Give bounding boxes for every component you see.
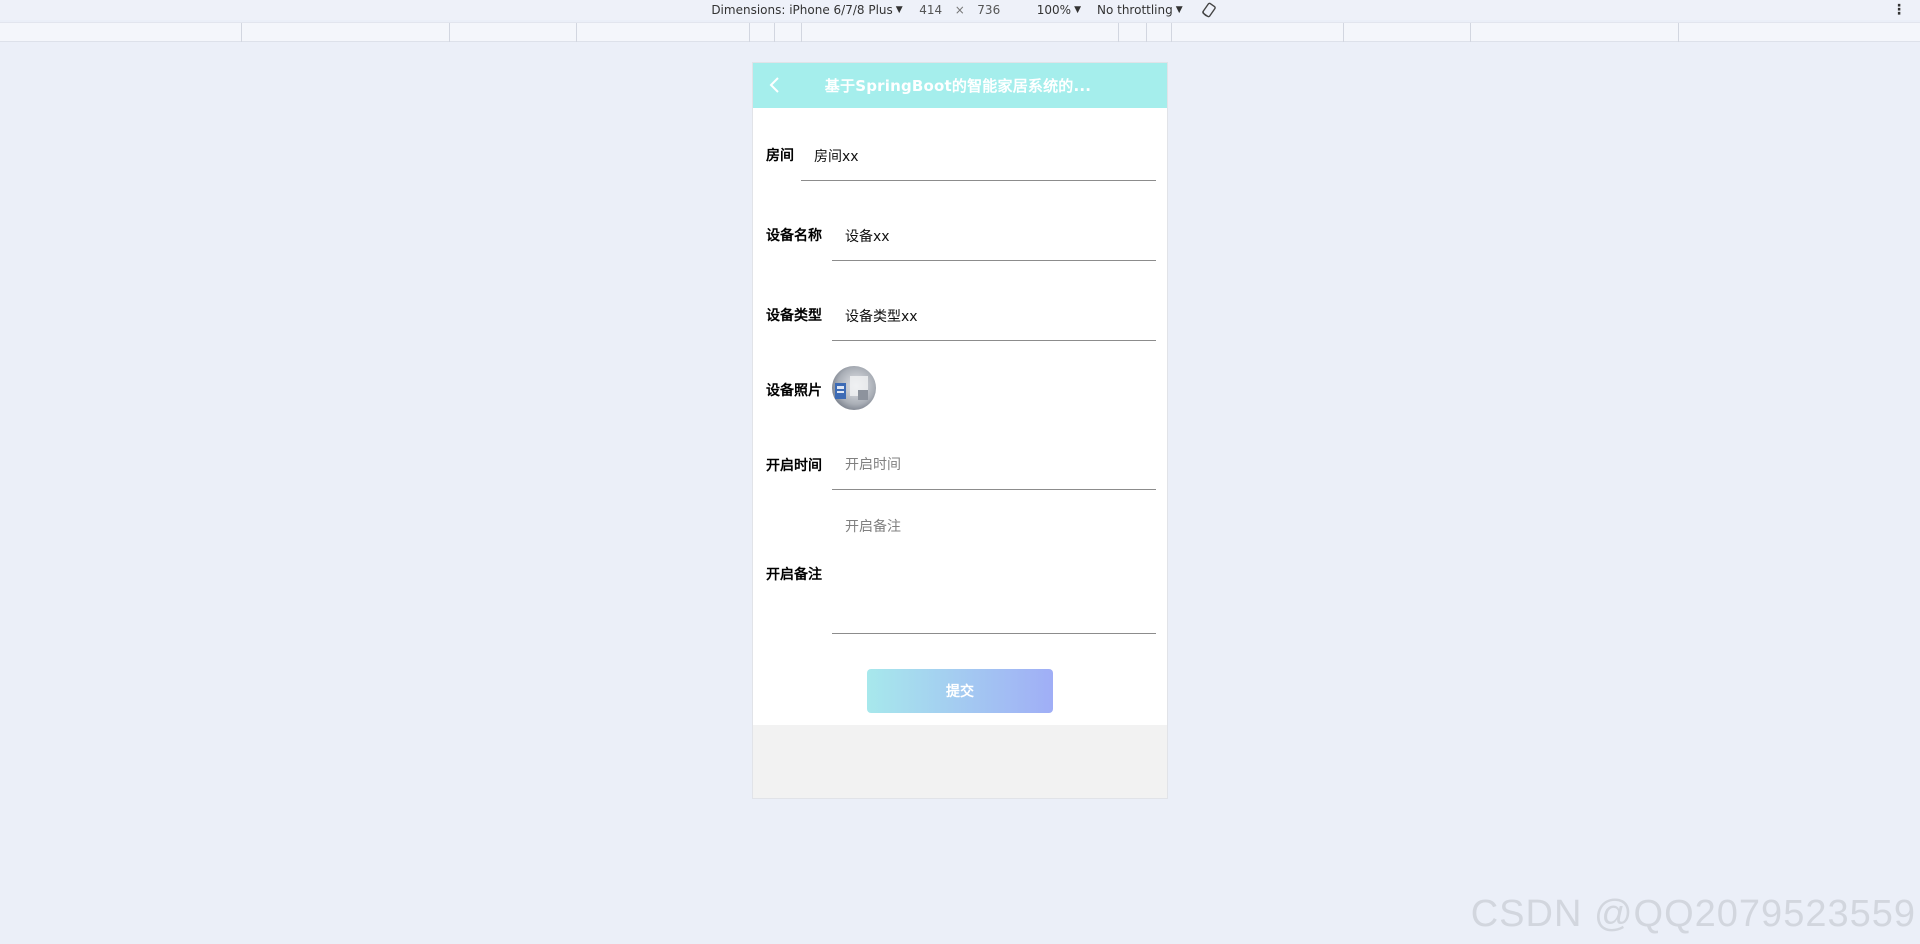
- device-form: 房间 房间xx 设备名称 设备xx 设备类型 设备类型xx 设备照片 开启时间 …: [753, 108, 1167, 725]
- device-select[interactable]: Dimensions: iPhone 6/7/8 Plus ▼: [711, 3, 902, 17]
- submit-button[interactable]: 提交: [867, 669, 1053, 713]
- chevron-down-icon: ▼: [1074, 5, 1081, 15]
- dimensions-label: Dimensions: iPhone 6/7/8 Plus: [711, 3, 893, 17]
- device-name-input[interactable]: 设备xx: [832, 215, 1156, 261]
- zoom-select[interactable]: 100% ▼: [1037, 3, 1081, 17]
- media-query-bar: [0, 22, 1920, 42]
- room-label: 房间: [766, 148, 794, 164]
- rotate-icon[interactable]: [1201, 2, 1217, 18]
- device-type-input[interactable]: 设备类型xx: [832, 295, 1156, 341]
- device-photo-label: 设备照片: [766, 383, 822, 399]
- device-type-label: 设备类型: [766, 308, 822, 324]
- devtools-toolbar: Dimensions: iPhone 6/7/8 Plus ▼ 414 × 73…: [0, 0, 1920, 20]
- chevron-left-icon[interactable]: [765, 75, 785, 95]
- height-input[interactable]: 736: [969, 3, 1009, 17]
- open-time-input[interactable]: 开启时间: [832, 443, 1156, 490]
- throttling-select[interactable]: No throttling ▼: [1097, 3, 1183, 17]
- open-note-label: 开启备注: [766, 567, 822, 583]
- times-sign: ×: [954, 3, 965, 17]
- page-title: 基于SpringBoot的智能家居系统的...: [824, 77, 1092, 95]
- device-photo-thumbnail: [832, 366, 876, 410]
- chevron-down-icon: ▼: [1175, 5, 1183, 15]
- open-time-label: 开启时间: [766, 458, 822, 474]
- zoom-label: 100%: [1036, 3, 1072, 17]
- device-viewport: 基于SpringBoot的智能家居系统的... 房间 房间xx 设备名称 设备x…: [752, 62, 1168, 799]
- more-vertical-icon[interactable]: ⋮: [1892, 2, 1906, 18]
- throttling-label: No throttling: [1096, 3, 1173, 17]
- device-name-label: 设备名称: [766, 228, 822, 244]
- room-input[interactable]: 房间xx: [801, 135, 1156, 181]
- open-note-textarea[interactable]: 开启备注: [832, 505, 1156, 634]
- csdn-watermark: CSDN @QQ2079523559: [1470, 893, 1916, 935]
- width-input[interactable]: 414: [911, 3, 951, 17]
- device-photo-image[interactable]: [832, 366, 876, 410]
- chevron-down-icon: ▼: [895, 5, 903, 15]
- page-header: 基于SpringBoot的智能家居系统的...: [753, 63, 1167, 108]
